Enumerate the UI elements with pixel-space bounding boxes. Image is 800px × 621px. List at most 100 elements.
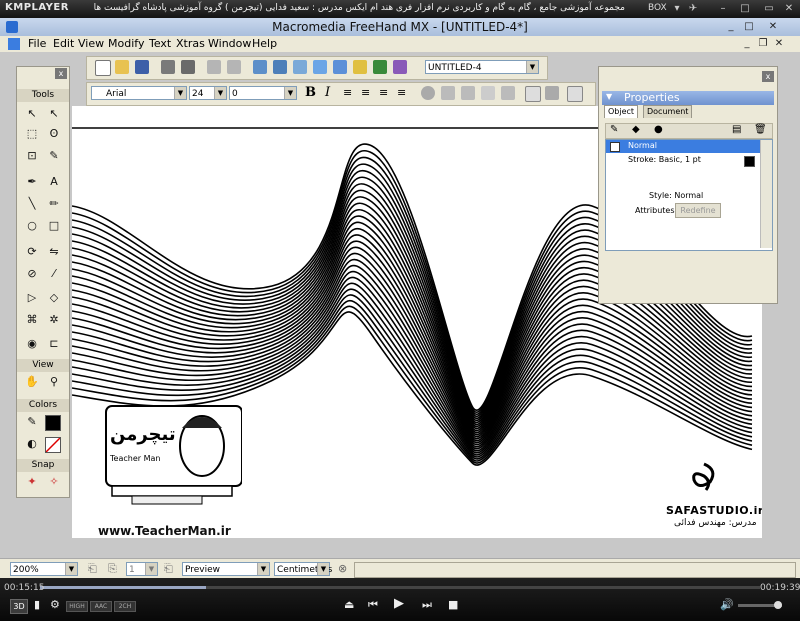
font-select[interactable]: Arial ▼ bbox=[91, 86, 187, 100]
swatches-icon[interactable] bbox=[373, 60, 387, 74]
cancel-render-icon[interactable]: ⊗ bbox=[338, 562, 347, 575]
badge-3d[interactable]: 3D bbox=[10, 599, 28, 614]
play-icon[interactable]: ▶ bbox=[394, 596, 404, 611]
menu-help[interactable]: Help bbox=[252, 37, 277, 50]
align-icon[interactable] bbox=[253, 60, 267, 74]
new-document-icon[interactable] bbox=[95, 60, 111, 76]
redefine-button[interactable]: Redefine bbox=[675, 203, 721, 218]
properties-close-icon[interactable]: x bbox=[762, 71, 774, 82]
volume-handle[interactable] bbox=[774, 601, 782, 609]
chevron-down-icon[interactable]: ▼ bbox=[65, 563, 77, 575]
leading-select[interactable]: 0 ▼ bbox=[229, 86, 297, 100]
connector-tool-icon[interactable]: ⊏ bbox=[45, 335, 63, 353]
chevron-down-icon[interactable]: ▼ bbox=[174, 87, 186, 99]
next-icon[interactable]: ⏭ bbox=[422, 598, 432, 612]
envelope-icon[interactable] bbox=[441, 86, 455, 100]
align-right-icon[interactable]: ≡ bbox=[379, 86, 388, 99]
prev-page-icon[interactable]: ⎗ bbox=[88, 562, 97, 576]
menu-text[interactable]: Text bbox=[149, 37, 171, 50]
import-icon[interactable] bbox=[161, 60, 175, 74]
rotate-tool-icon[interactable]: ⟳ bbox=[23, 243, 41, 261]
lock-icon[interactable] bbox=[207, 60, 221, 74]
close-icon[interactable]: ✕ bbox=[782, 2, 796, 16]
window-minimize-icon[interactable]: _ bbox=[724, 20, 738, 33]
zoom-tool-icon[interactable]: ⚲ bbox=[45, 373, 63, 391]
page-select[interactable]: 1 ▼ bbox=[126, 562, 158, 576]
pattern-icon[interactable] bbox=[481, 86, 495, 100]
text-tool-icon[interactable]: A bbox=[45, 173, 63, 191]
next-page-icon[interactable]: ⎗ bbox=[164, 562, 173, 576]
window-close-icon[interactable]: ✕ bbox=[766, 20, 780, 33]
chevron-down-icon[interactable]: ▼ bbox=[284, 87, 296, 99]
unlock-icon[interactable] bbox=[227, 60, 241, 74]
open-icon[interactable] bbox=[115, 60, 129, 74]
chevron-down-icon[interactable]: ▼ bbox=[257, 563, 269, 575]
perspective-tool-icon[interactable]: ◇ bbox=[45, 289, 63, 307]
chevron-down-icon[interactable]: ▼ bbox=[145, 563, 157, 575]
freeform-tool-icon[interactable]: ▷ bbox=[23, 289, 41, 307]
view-mode-select[interactable]: Preview ▼ bbox=[182, 562, 270, 576]
pin-icon[interactable]: ✈ bbox=[686, 2, 700, 16]
duplicate-item-icon[interactable]: ▤ bbox=[732, 124, 741, 135]
menu-view[interactable]: View bbox=[78, 37, 104, 50]
eject-icon[interactable]: ⏏ bbox=[344, 598, 354, 611]
blend-icon[interactable] bbox=[421, 86, 435, 100]
size-select[interactable]: 24 ▼ bbox=[189, 86, 227, 100]
add-fill-icon[interactable]: ◆ bbox=[632, 124, 640, 135]
columns-icon[interactable] bbox=[567, 86, 583, 102]
bold-icon[interactable]: B bbox=[305, 85, 316, 100]
chevron-down-icon[interactable]: ▼ bbox=[214, 87, 226, 99]
knife-tool-icon[interactable]: ⁄ bbox=[45, 265, 63, 283]
pencil-tool-icon[interactable]: ✏ bbox=[45, 195, 63, 213]
doc-minimize-icon[interactable]: _ bbox=[740, 37, 754, 50]
save-icon[interactable] bbox=[135, 60, 149, 74]
doc-restore-icon[interactable]: ❐ bbox=[756, 37, 770, 50]
justify-icon[interactable]: ≡ bbox=[397, 86, 406, 99]
previous-icon[interactable]: ⏮ bbox=[368, 598, 378, 612]
lasso-tool-icon[interactable]: ʘ bbox=[45, 125, 63, 143]
menu-edit[interactable]: Edit bbox=[53, 37, 74, 50]
graphic-hose-icon[interactable]: ✲ bbox=[45, 311, 63, 329]
snap-point-icon[interactable]: ✦ bbox=[23, 473, 41, 491]
fullscreen-icon[interactable]: ▭ bbox=[762, 2, 776, 16]
find-replace-icon[interactable] bbox=[393, 60, 407, 74]
delete-item-icon[interactable]: 🗑 bbox=[754, 124, 767, 135]
eyedropper-icon[interactable]: ✎ bbox=[45, 147, 63, 165]
hand-tool-icon[interactable]: ✋ bbox=[23, 373, 41, 391]
units-select[interactable]: Centimeters ▼ bbox=[274, 562, 332, 576]
path-effect-icon[interactable] bbox=[461, 86, 475, 100]
stroke-color-icon[interactable]: ✎ bbox=[23, 413, 41, 431]
reflect-tool-icon[interactable]: ⇋ bbox=[45, 243, 63, 261]
list-item-normal[interactable]: Normal bbox=[606, 140, 760, 153]
align-left-icon[interactable]: ≡ bbox=[343, 86, 352, 99]
transform-icon[interactable] bbox=[273, 60, 287, 74]
color-mixer-icon[interactable] bbox=[353, 60, 367, 74]
scale-tool-icon[interactable]: ⊡ bbox=[23, 147, 41, 165]
skew-tool-icon[interactable]: ⊘ bbox=[23, 265, 41, 283]
italic-icon[interactable]: I bbox=[325, 85, 330, 100]
zoom-select[interactable]: 200% ▼ bbox=[10, 562, 78, 576]
text-flow-icon[interactable] bbox=[545, 86, 559, 100]
stop-icon[interactable]: ■ bbox=[448, 598, 458, 611]
tools-close-icon[interactable]: x bbox=[55, 68, 67, 79]
add-stroke-icon[interactable]: ✎ bbox=[610, 124, 618, 135]
chart-tool-icon[interactable]: ◉ bbox=[23, 335, 41, 353]
snap-guide-icon[interactable]: ✧ bbox=[45, 473, 63, 491]
window-maximize-icon[interactable]: □ bbox=[742, 20, 756, 33]
menu-window[interactable]: Window bbox=[208, 37, 251, 50]
settings-icon[interactable]: ⚙ bbox=[50, 598, 60, 611]
list-item-stroke[interactable]: Stroke: Basic, 1 pt bbox=[606, 154, 760, 167]
rectangle-tool-icon[interactable]: □ bbox=[45, 217, 63, 235]
document-select[interactable]: UNTITLED-4 ▼ bbox=[425, 60, 539, 74]
minimize-icon[interactable]: – bbox=[716, 2, 730, 16]
subselect-tool-icon[interactable]: ↖ bbox=[45, 105, 63, 123]
box-label[interactable]: BOX bbox=[648, 3, 667, 13]
tab-document[interactable]: Document bbox=[643, 105, 693, 118]
ellipse-tool-icon[interactable]: ○ bbox=[23, 217, 41, 235]
attach-icon[interactable] bbox=[525, 86, 541, 102]
layers-icon[interactable] bbox=[293, 60, 307, 74]
collapse-arrow-icon[interactable]: ▼ bbox=[606, 92, 612, 101]
page-tool-icon[interactable]: ⬚ bbox=[23, 125, 41, 143]
add-effect-icon[interactable]: ● bbox=[654, 124, 663, 135]
maximize-icon[interactable]: □ bbox=[738, 2, 752, 16]
